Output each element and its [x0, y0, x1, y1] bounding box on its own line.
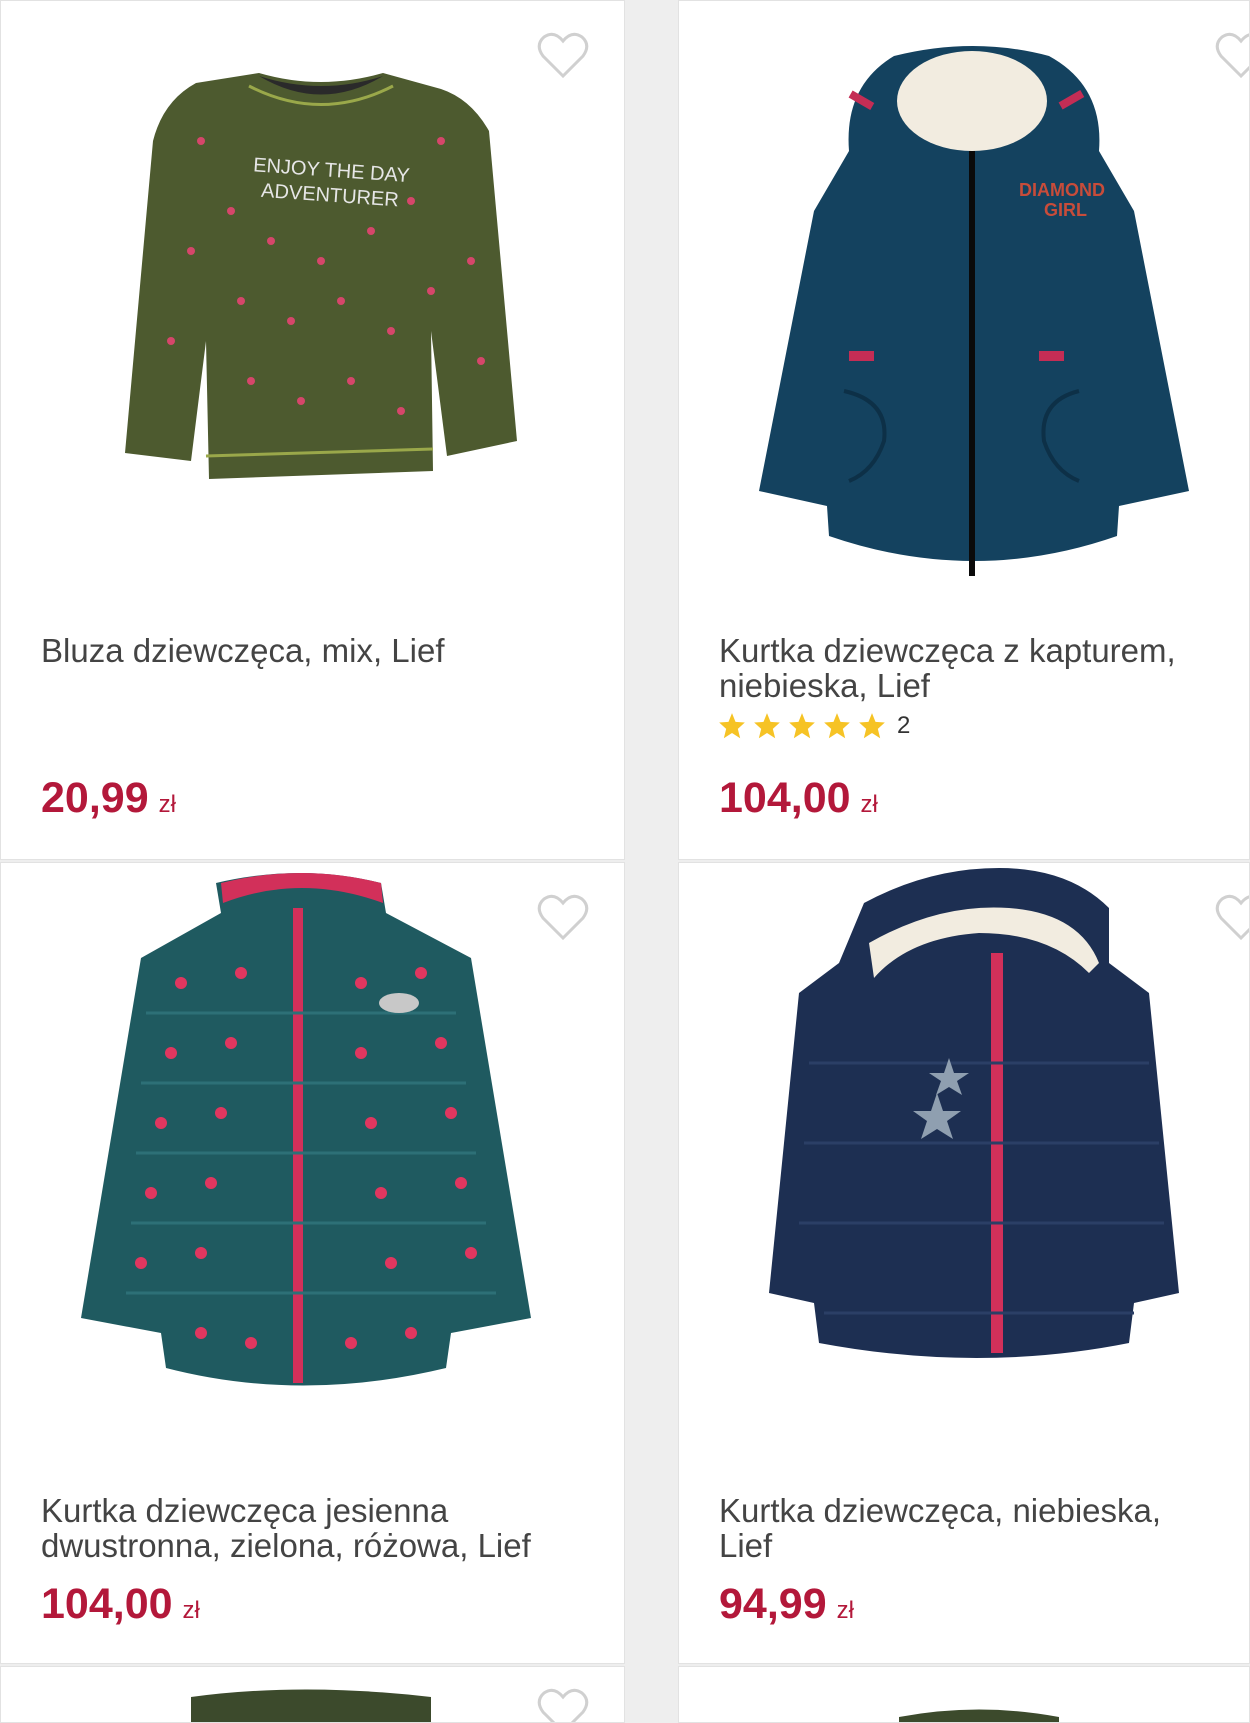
product-price: 104,00 zł — [41, 1580, 200, 1629]
star-icon — [859, 713, 885, 739]
product-title[interactable]: Kurtka dziewczęca z kapturem, niebieska,… — [719, 633, 1219, 703]
product-title[interactable]: Kurtka dziewczęca jesienna dwustronna, z… — [41, 1493, 594, 1563]
price-value: 20,99 — [41, 774, 149, 822]
heart-outline-icon[interactable] — [1214, 893, 1250, 943]
product-rating: 2 — [718, 712, 910, 740]
product-card[interactable]: ENJOY THE DAY ADVENTURER Bluza dziewczęc… — [0, 0, 625, 860]
svg-text:DIAMOND: DIAMOND — [1019, 180, 1105, 200]
review-count: 2 — [897, 712, 911, 739]
product-price: 104,00 zł — [719, 774, 878, 823]
price-value: 104,00 — [719, 774, 851, 822]
product-image-partial — [191, 1689, 431, 1722]
heart-outline-icon[interactable] — [536, 31, 590, 81]
price-currency: zł — [860, 791, 878, 818]
product-card[interactable]: Kurtka dziewczęca jesienna dwustronna, z… — [0, 862, 625, 1664]
product-image-partial — [899, 1709, 1059, 1722]
product-price: 94,99 zł — [719, 1580, 854, 1629]
product-image-green-sweatshirt[interactable]: ENJOY THE DAY ADVENTURER — [1, 1, 624, 601]
heart-outline-icon[interactable] — [536, 893, 590, 943]
price-value: 94,99 — [719, 1580, 827, 1628]
product-card-partial[interactable] — [678, 1666, 1250, 1723]
star-icon — [824, 713, 850, 739]
heart-outline-icon[interactable] — [1214, 31, 1250, 81]
heart-outline-icon[interactable] — [536, 1687, 590, 1723]
price-currency: zł — [158, 791, 176, 818]
product-image-navy-hooded-puffer[interactable] — [679, 863, 1249, 1463]
product-image-teal-dotted-puffer[interactable] — [1, 863, 624, 1463]
star-icon — [719, 713, 745, 739]
product-image-navy-parka[interactable]: DIAMOND GIRL — [679, 1, 1249, 601]
price-value: 104,00 — [41, 1580, 173, 1628]
svg-text:GIRL: GIRL — [1044, 200, 1087, 220]
product-grid: ENJOY THE DAY ADVENTURER Bluza dziewczęc… — [0, 0, 1250, 1723]
product-card[interactable]: Kurtka dziewczęca, niebieska, Lief 94,99… — [678, 862, 1250, 1664]
price-currency: zł — [836, 1597, 854, 1624]
product-title[interactable]: Bluza dziewczęca, mix, Lief — [41, 633, 594, 668]
star-icon — [789, 713, 815, 739]
product-price: 20,99 zł — [41, 774, 176, 823]
star-icon — [754, 713, 780, 739]
price-currency: zł — [182, 1597, 200, 1624]
product-card-partial[interactable] — [0, 1666, 625, 1723]
product-title[interactable]: Kurtka dziewczęca, niebieska, Lief — [719, 1493, 1219, 1563]
